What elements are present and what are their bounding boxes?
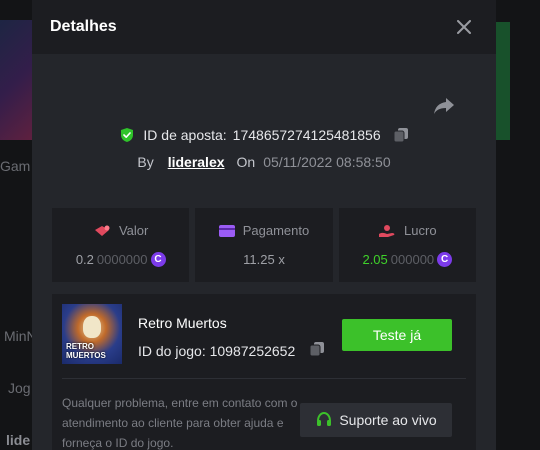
copy-bet-id-button[interactable] (393, 127, 409, 143)
stat-value: 0.2 (75, 252, 94, 267)
profit-hand-icon (379, 224, 395, 237)
try-game-button[interactable]: Teste já (342, 319, 452, 351)
bet-stats: Valor 0.2 0000000 C Pagamento 11.25 x Lu… (52, 208, 476, 282)
bet-id-value: 1748657274125481856 (232, 127, 381, 143)
background-banner (0, 20, 36, 140)
background-text: lide (6, 432, 31, 448)
stat-pagamento: Pagamento 11.25 x (195, 208, 333, 282)
help-text: Qualquer problema, entre em contato com … (62, 396, 298, 450)
stat-value: 11.25 x (243, 252, 285, 267)
verified-shield-icon (121, 128, 134, 142)
copy-game-id-button[interactable] (309, 341, 325, 360)
stat-label: Pagamento (242, 223, 310, 238)
stat-value: 2.05 (362, 252, 388, 267)
bet-amount-icon (94, 225, 110, 236)
stat-value-decimals: 000000 (390, 252, 435, 267)
stat-label: Valor (118, 223, 149, 238)
game-name: Retro Muertos (138, 315, 227, 331)
divider (62, 378, 466, 379)
background-text: Jog (8, 380, 31, 396)
coin-icon: C (437, 252, 453, 267)
copy-icon (309, 342, 325, 357)
by-label: By (137, 154, 154, 170)
live-support-button[interactable]: Suporte ao vivo (300, 403, 452, 437)
background-text: Gam (0, 158, 31, 174)
username-link[interactable]: lideralex (168, 154, 225, 170)
bet-datetime: 05/11/2022 08:58:50 (263, 154, 391, 170)
thumbnail-text: MUERTOS (66, 351, 106, 360)
game-card: RETRO MUERTOS Retro Muertos ID do jogo: … (52, 294, 476, 450)
stat-value-decimals: 0000000 (96, 252, 148, 267)
bet-id-row: ID de aposta: 1748657274125481856 (32, 127, 496, 143)
game-id-label: ID do jogo: (138, 342, 206, 359)
modal-header: Detalhes (32, 0, 496, 54)
bet-id-label: ID de aposta: (143, 127, 227, 143)
share-button[interactable] (432, 96, 456, 116)
copy-icon (393, 128, 408, 143)
details-modal: Detalhes ID de aposta: 17486572741254818… (32, 0, 496, 450)
headset-icon (317, 411, 332, 426)
live-support-label: Suporte ao vivo (339, 412, 437, 428)
skull-icon (83, 316, 101, 338)
modal-title: Detalhes (50, 18, 117, 35)
stat-label: Lucro (404, 223, 437, 238)
game-thumbnail[interactable]: RETRO MUERTOS (62, 304, 122, 364)
game-id-value: 10987252652 (209, 342, 296, 359)
close-icon (457, 20, 471, 34)
coin-icon: C (150, 252, 166, 267)
on-label: On (236, 154, 256, 170)
stat-lucro: Lucro 2.05 000000 C (338, 208, 476, 282)
stat-valor: Valor 0.2 0000000 C (52, 208, 190, 282)
thumbnail-text: RETRO (66, 342, 94, 351)
close-button[interactable] (454, 17, 474, 37)
bet-meta-row: By lideralex On 05/11/2022 08:58:50 (32, 154, 496, 170)
game-id-row: ID do jogo: 10987252652 (138, 341, 325, 360)
share-icon (434, 98, 454, 114)
payment-card-icon (218, 224, 235, 237)
